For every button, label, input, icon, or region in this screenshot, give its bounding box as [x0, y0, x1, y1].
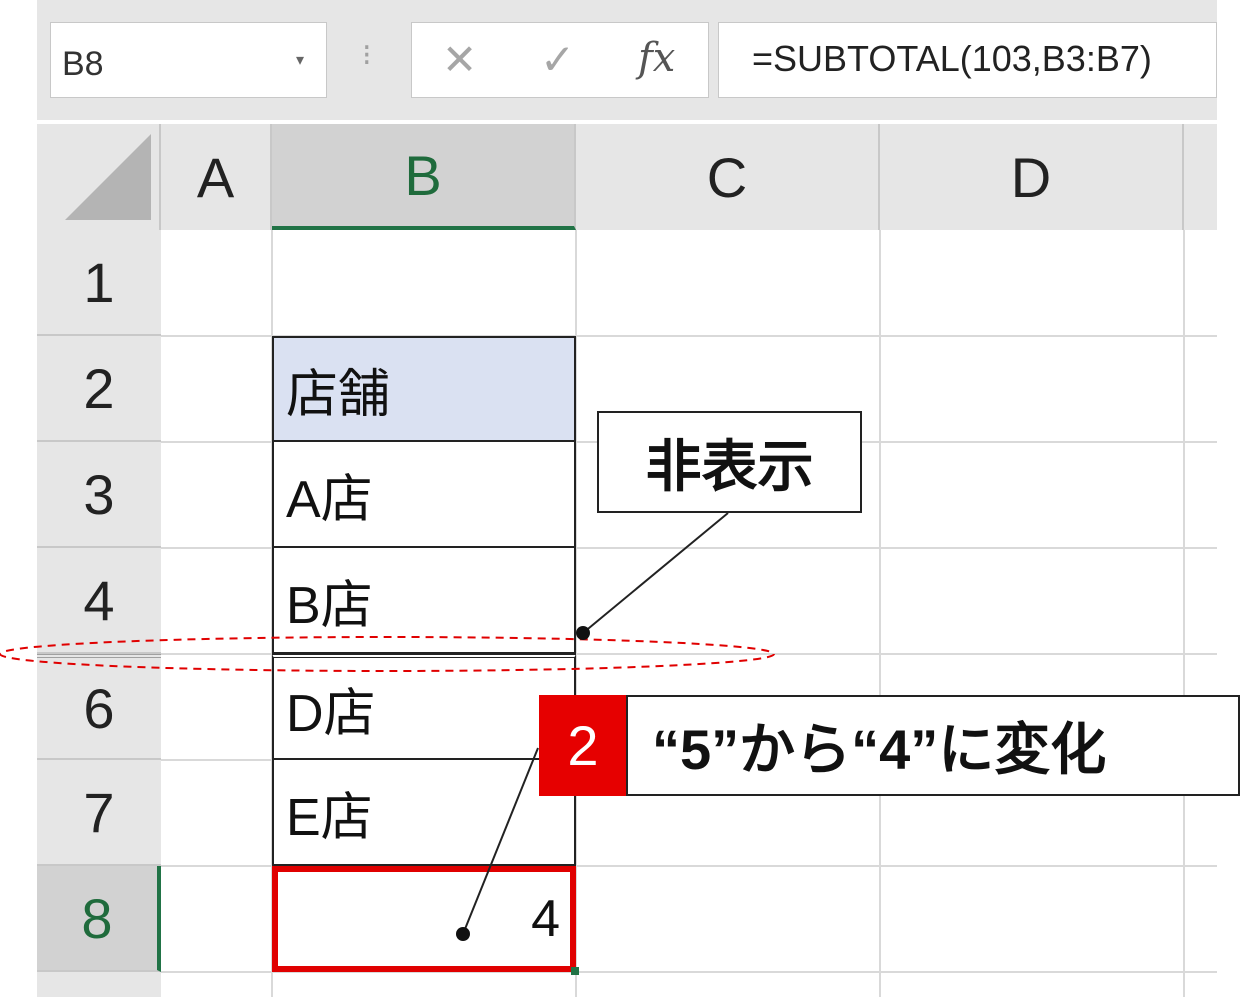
leader-line-hidden — [582, 512, 729, 634]
row-header-6[interactable]: 6 — [37, 654, 161, 760]
cell-b4[interactable]: B店 — [272, 548, 576, 654]
name-box-value: B8 — [62, 45, 104, 83]
select-all-corner[interactable] — [37, 124, 161, 230]
column-header-b[interactable]: B — [272, 124, 576, 230]
row-header-8[interactable]: 8 — [37, 866, 161, 972]
row-header-9[interactable] — [37, 972, 161, 997]
column-header-c[interactable]: C — [576, 124, 880, 230]
gridline — [879, 230, 881, 997]
cell-b2[interactable]: 店舗 — [272, 336, 576, 442]
formula-text: =SUBTOTAL(103,B3:B7) — [752, 38, 1152, 79]
callout-hidden: 非表示 — [597, 411, 862, 513]
select-all-triangle-icon — [65, 134, 151, 220]
close-icon[interactable]: ✕ — [442, 35, 477, 84]
row-header-2[interactable]: 2 — [37, 336, 161, 442]
cell-b6[interactable]: D店 — [272, 654, 576, 760]
column-header-d[interactable]: D — [880, 124, 1184, 230]
column-header-e[interactable] — [1184, 124, 1217, 230]
cell-b8-selected[interactable]: 4 — [272, 866, 576, 972]
grip-icon[interactable]: ⁝ — [362, 38, 372, 73]
leader-dot-hidden — [576, 626, 590, 640]
check-icon[interactable]: ✓ — [540, 35, 575, 84]
gridline — [1183, 230, 1185, 997]
formula-buttons: ✕ ✓ fx — [411, 22, 709, 98]
row-header-7[interactable]: 7 — [37, 760, 161, 866]
column-header-a[interactable]: A — [161, 124, 272, 230]
insert-function-icon[interactable]: fx — [638, 35, 675, 81]
callout-change: “5”から“4”に変化 — [626, 695, 1240, 796]
step-badge: 2 — [539, 695, 627, 796]
cell-b3[interactable]: A店 — [272, 442, 576, 548]
cell-b7[interactable]: E店 — [272, 760, 576, 866]
chevron-down-icon[interactable]: ▾ — [296, 50, 304, 70]
row-header-3[interactable]: 3 — [37, 442, 161, 548]
row-header-4[interactable]: 4 — [37, 548, 161, 654]
row-header-1[interactable]: 1 — [37, 230, 161, 336]
